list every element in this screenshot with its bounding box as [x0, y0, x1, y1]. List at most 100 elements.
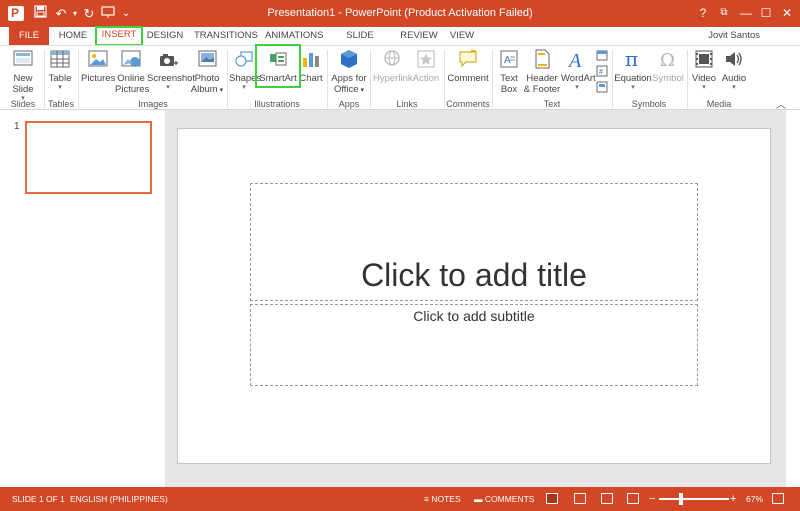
wordart-button[interactable]: A WordArt ▾ [561, 48, 596, 92]
comments-label: COMMENTS [484, 494, 535, 504]
title-placeholder-text: Click to add title [361, 257, 587, 293]
title-placeholder[interactable]: Click to add title [250, 183, 698, 301]
customize-qat-icon[interactable]: ⌄ [117, 5, 135, 22]
slide-sorter-view-icon[interactable] [574, 493, 586, 504]
chart-button[interactable]: Chart [299, 48, 323, 84]
online-pictures-icon [121, 50, 141, 67]
collapse-ribbon-icon[interactable]: ︿ [776, 96, 786, 111]
apps-for-office-button[interactable]: Apps for Office ▾ [330, 48, 368, 96]
tab-animations[interactable]: ANIMATIONS [265, 27, 323, 45]
tab-insert[interactable]: INSERT [95, 26, 143, 46]
slide-thumbnail[interactable] [25, 121, 152, 194]
tab-design[interactable]: DESIGN [146, 27, 184, 45]
zoom-in-button[interactable]: + [730, 487, 736, 511]
new-slide-icon [13, 50, 33, 66]
screenshot-button[interactable]: Screenshot ▾ [147, 48, 195, 92]
online-pictures-label-2: Pictures [115, 84, 150, 95]
hyperlink-button[interactable]: Hyperlink [373, 48, 413, 84]
slide-number-icon[interactable]: # [596, 65, 608, 77]
slide-show-view-icon[interactable] [627, 493, 639, 504]
text-box-label-1: Text [500, 73, 518, 84]
group-divider [612, 50, 613, 108]
header-footer-icon [535, 49, 550, 69]
ribbon-tabs: FILE HOME INSERT DESIGN TRANSITIONS ANIM… [0, 26, 800, 59]
shapes-icon [235, 51, 253, 67]
tab-home[interactable]: HOME [56, 27, 90, 45]
zoom-slider[interactable] [659, 498, 729, 500]
comments-button[interactable]: ▬ COMMENTS [474, 487, 534, 511]
text-box-button[interactable]: A Text Box [495, 48, 523, 95]
new-slide-button[interactable]: New Slide ▾ [7, 48, 39, 103]
date-time-icon[interactable] [596, 49, 608, 61]
group-divider [687, 50, 688, 108]
header-footer-button[interactable]: Header & Footer [523, 48, 561, 95]
tab-file[interactable]: FILE [9, 27, 49, 45]
table-button[interactable]: Table ▾ [46, 48, 74, 92]
group-label-illustrations: Illustrations [254, 99, 300, 109]
fit-slide-icon[interactable] [772, 493, 784, 504]
video-button[interactable]: Video ▾ [690, 48, 718, 92]
group-label-media: Media [706, 99, 732, 109]
pictures-icon [88, 50, 108, 67]
save-icon[interactable] [31, 5, 49, 22]
tab-view[interactable]: VIEW [448, 27, 476, 45]
group-label-tables: Tables [47, 99, 74, 109]
tab-review[interactable]: REVIEW [400, 27, 438, 45]
comment-button[interactable]: Comment [447, 48, 489, 84]
language-indicator[interactable]: ENGLISH (PHILIPPINES) [70, 487, 168, 511]
action-label: Action [412, 73, 440, 84]
tab-transitions[interactable]: TRANSITIONS [194, 27, 258, 45]
reading-view-icon[interactable] [601, 493, 613, 504]
equation-button[interactable]: π Equation ▾ [614, 48, 652, 92]
screenshot-label: Screenshot [147, 73, 196, 84]
user-account[interactable]: Jovit Santos [708, 30, 760, 41]
group-divider [492, 50, 493, 108]
zoom-level[interactable]: 67% [746, 487, 763, 511]
photo-album-button[interactable]: Photo Album ▾ [189, 48, 225, 96]
group-label-symbols: Symbols [631, 99, 667, 109]
action-button[interactable]: Action [411, 48, 441, 84]
photo-album-icon [198, 50, 217, 67]
group-divider [44, 50, 45, 108]
redo-icon[interactable]: ↻ [80, 5, 98, 22]
comment-icon [459, 50, 477, 68]
chart-label: Chart [299, 73, 323, 84]
vertical-scrollbar[interactable] [786, 110, 800, 487]
pictures-button[interactable]: Pictures [81, 48, 115, 84]
ribbon-display-options-button[interactable]: ⧉ [714, 4, 734, 22]
audio-button[interactable]: Audio ▾ [719, 48, 749, 92]
svg-text:A: A [567, 50, 582, 70]
group-divider [327, 50, 328, 108]
group-label-slides: Slides [10, 99, 36, 109]
minimize-button[interactable]: — [736, 4, 756, 22]
smartart-highlight-box [255, 44, 301, 88]
header-footer-label-2: & Footer [523, 84, 561, 95]
online-pictures-button[interactable]: Online Pictures [115, 48, 150, 95]
wordart-icon: A [567, 50, 582, 70]
window-title: Presentation1 - PowerPoint (Product Acti… [267, 7, 533, 19]
zoom-slider-handle[interactable] [679, 493, 684, 505]
slide-counter[interactable]: SLIDE 1 OF 1 [12, 487, 65, 511]
powerpoint-logo-icon[interactable] [8, 6, 24, 21]
maximize-button[interactable]: ☐ [756, 4, 776, 22]
apps-for-office-label-2: Office [333, 84, 359, 95]
group-divider [370, 50, 371, 108]
audio-label: Audio [721, 73, 747, 84]
object-icon[interactable] [596, 81, 608, 93]
notes-button[interactable]: ≡ NOTES [424, 487, 461, 511]
chevron-down-icon: ▾ [166, 84, 170, 91]
apps-for-office-icon [341, 50, 357, 68]
pictures-label: Pictures [81, 73, 116, 84]
title-bar: ↶ ▾ ↻ ⌄ Presentation1 - PowerPoint (Prod… [0, 0, 800, 27]
help-button[interactable]: ? [693, 4, 713, 22]
close-button[interactable]: ✕ [777, 4, 797, 22]
symbol-button[interactable]: Ω Symbol [652, 48, 684, 84]
tab-slide-show[interactable]: SLIDE SHOW [333, 27, 387, 59]
video-label: Video [691, 73, 717, 84]
presenter-icon[interactable] [99, 5, 117, 22]
normal-view-icon[interactable] [546, 493, 558, 504]
zoom-out-button[interactable]: − [649, 487, 655, 511]
equation-label: Equation [614, 73, 652, 84]
subtitle-placeholder[interactable]: Click to add subtitle [250, 304, 698, 386]
pi-icon: π [625, 48, 638, 70]
